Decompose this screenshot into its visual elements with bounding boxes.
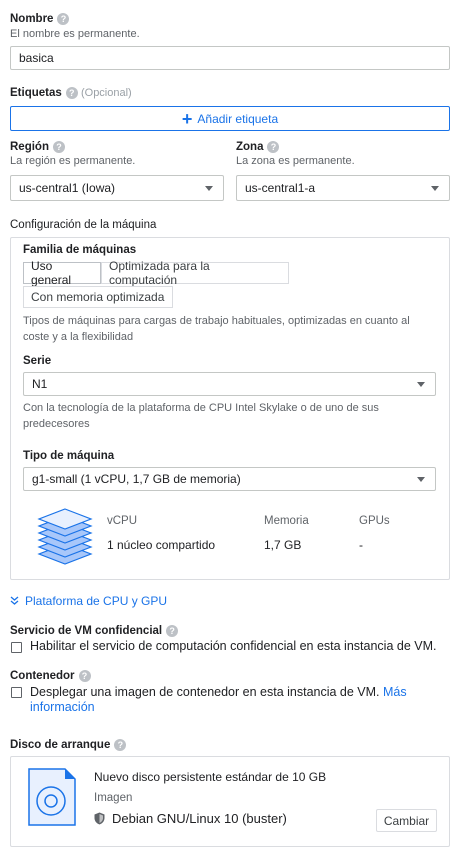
add-label-button[interactable]: + Añadir etiqueta	[10, 106, 450, 131]
series-select-value: N1	[32, 377, 48, 391]
tab-label: Optimizada para la computación	[109, 259, 210, 287]
shield-icon	[94, 812, 105, 825]
boot-disk-title: Nuevo disco persistente estándar de 10 G…	[94, 770, 327, 784]
tab-general-purpose[interactable]: Uso general	[23, 259, 101, 287]
zone-label-row: Zona?	[236, 141, 280, 154]
region-label: Región	[10, 141, 49, 154]
tab-label: Uso general	[31, 259, 72, 287]
name-input-value: basica	[19, 51, 54, 65]
plus-icon: +	[181, 108, 193, 129]
machine-family-label: Familia de máquinas	[23, 244, 137, 256]
cpu-platform-link-text: Plataforma de CPU y GPU	[25, 594, 168, 608]
region-select-value: us-central1 (Iowa)	[19, 181, 116, 195]
zone-select[interactable]: us-central1-a	[236, 175, 450, 201]
container-label-row: Contenedor?	[10, 670, 91, 682]
labels-optional: (Opcional)	[80, 87, 132, 100]
dropdown-arrow-icon	[417, 476, 425, 482]
confidential-checkbox[interactable]	[11, 642, 22, 653]
region-hint: La región es permanente.	[10, 155, 136, 167]
help-icon[interactable]: ?	[52, 141, 65, 153]
help-icon[interactable]: ?	[78, 670, 91, 682]
help-icon[interactable]: ?	[114, 739, 127, 751]
tab-memory-optimized[interactable]: Con memoria optimizada	[23, 286, 173, 308]
region-select[interactable]: us-central1 (Iowa)	[10, 175, 224, 201]
more-info-link-part1[interactable]: Más	[383, 685, 407, 699]
double-chevron-down-icon	[10, 596, 19, 606]
disk-image-icon	[27, 767, 77, 827]
help-icon[interactable]: ?	[65, 87, 78, 99]
series-select[interactable]: N1	[23, 372, 436, 396]
series-description: Con la tecnología de la plataforma de CP…	[23, 402, 379, 430]
tab-label: Con memoria optimizada	[31, 290, 165, 304]
zone-select-value: us-central1-a	[245, 181, 316, 195]
add-label-text: Añadir etiqueta	[197, 111, 279, 126]
gpu-header: GPUs	[359, 515, 390, 527]
confidential-label: Servicio de VM confidencial	[10, 625, 163, 638]
boot-disk-image-label: Imagen	[94, 792, 133, 804]
container-checkbox-text: Desplegar una imagen de contenedor en es…	[30, 684, 440, 700]
labels-label-row: Etiquetas? (Opcional)	[10, 87, 132, 99]
more-info-link-part2[interactable]: información	[30, 700, 95, 714]
name-hint: El nombre es permanente.	[10, 28, 140, 40]
confidential-label-row: Servicio de VM confidencial?	[10, 625, 179, 638]
dropdown-arrow-icon	[205, 185, 213, 191]
change-button-label: Cambiar	[383, 813, 430, 828]
vcpu-header: vCPU	[107, 515, 138, 527]
help-icon[interactable]: ?	[267, 141, 280, 153]
dropdown-arrow-icon	[417, 381, 425, 387]
container-checkbox-label: Desplegar una imagen de contenedor en es…	[30, 685, 380, 699]
memory-header: Memoria	[264, 515, 309, 527]
container-label: Contenedor	[10, 670, 75, 683]
name-label: Nombre	[10, 13, 54, 26]
memory-value: 1,7 GB	[264, 538, 302, 552]
boot-disk-image-value: Debian GNU/Linux 10 (buster)	[112, 811, 287, 826]
machine-type-label: Tipo de máquina	[23, 450, 115, 462]
machine-type-select-value: g1-small (1 vCPU, 1,7 GB de memoria)	[32, 472, 241, 486]
gpu-value: -	[359, 538, 363, 552]
region-label-row: Región?	[10, 141, 65, 153]
tab-compute-optimized[interactable]: Optimizada para la computación	[101, 259, 289, 287]
boot-disk-image-row: Debian GNU/Linux 10 (buster)	[94, 811, 287, 826]
zone-label: Zona	[236, 141, 264, 154]
boot-disk-label-row: Disco de arranque?	[10, 739, 127, 752]
boot-disk-label: Disco de arranque	[10, 739, 111, 752]
machine-type-select[interactable]: g1-small (1 vCPU, 1,7 GB de memoria)	[23, 467, 436, 491]
help-icon[interactable]: ?	[166, 625, 179, 637]
cpu-platform-link[interactable]: Plataforma de CPU y GPU	[10, 594, 167, 608]
dropdown-arrow-icon	[431, 185, 439, 191]
help-icon[interactable]: ?	[57, 13, 70, 25]
change-boot-disk-button[interactable]: Cambiar	[376, 809, 437, 832]
name-label-row: Nombre?	[10, 13, 70, 26]
zone-hint: La zona es permanente.	[236, 155, 355, 167]
machine-config-heading: Configuración de la máquina	[10, 219, 157, 231]
name-input[interactable]: basica	[10, 46, 450, 70]
confidential-checkbox-label: Habilitar el servicio de computación con…	[30, 639, 437, 653]
container-checkbox[interactable]	[11, 687, 22, 698]
vcpu-value: 1 núcleo compartido	[107, 538, 216, 552]
family-description: Tipos de máquinas para cargas de trabajo…	[23, 315, 410, 343]
machine-layers-icon	[35, 504, 95, 566]
series-label: Serie	[23, 355, 52, 367]
labels-label: Etiquetas	[10, 87, 62, 100]
